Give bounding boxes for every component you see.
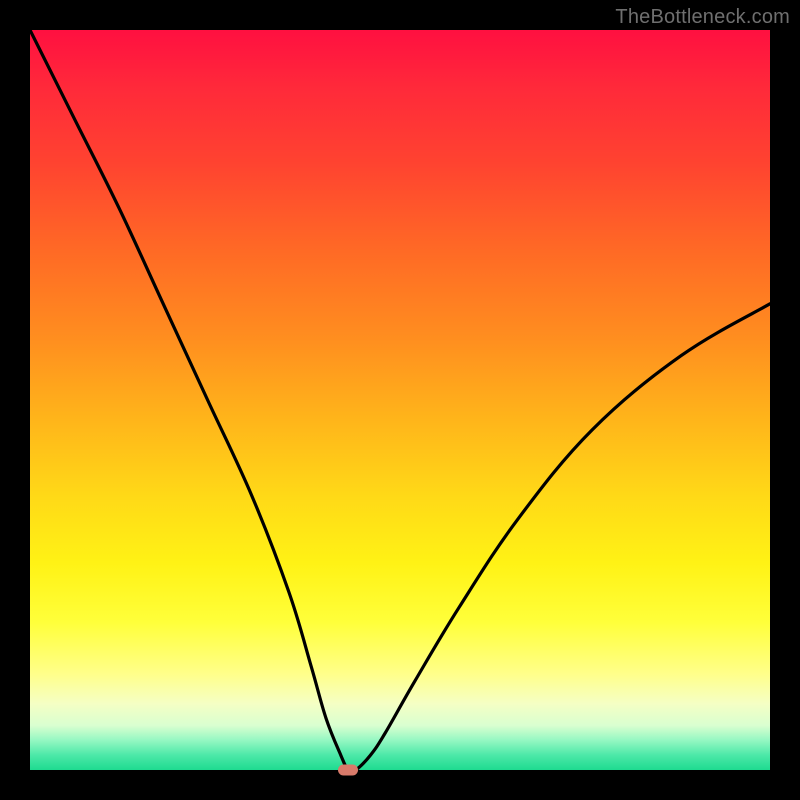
minimum-marker (338, 765, 358, 776)
watermark-text: TheBottleneck.com (615, 6, 790, 29)
plot-area (30, 30, 770, 770)
chart-frame: TheBottleneck.com (0, 0, 800, 800)
bottleneck-curve (30, 30, 770, 770)
